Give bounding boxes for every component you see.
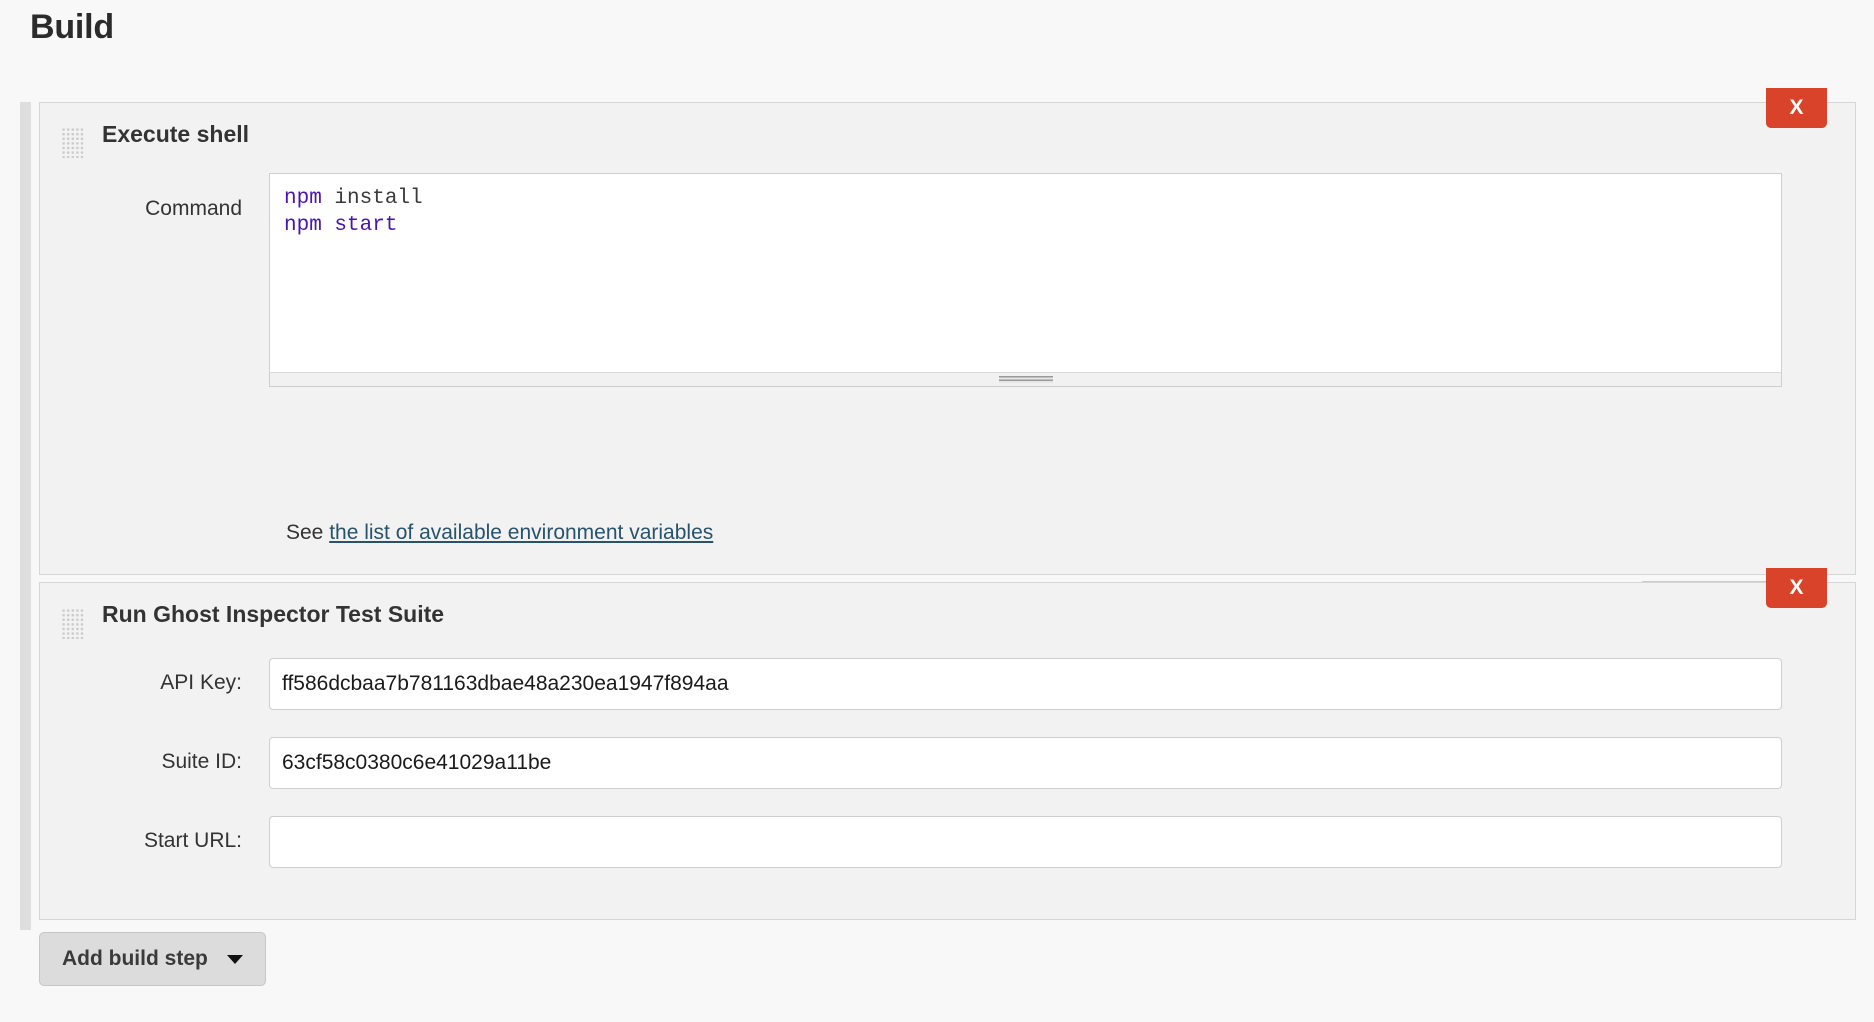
- code-token-command: npm: [284, 187, 322, 210]
- textarea-resize-strip[interactable]: [269, 372, 1782, 387]
- drag-handle-icon[interactable]: [62, 609, 84, 639]
- command-textarea-wrapper: npm install npm start: [269, 173, 1782, 387]
- command-label: Command: [145, 197, 242, 220]
- delete-build-step-button[interactable]: X: [1766, 88, 1827, 128]
- suite-id-input[interactable]: [269, 737, 1782, 789]
- start-url-label: Start URL:: [143, 829, 242, 852]
- start-url-input[interactable]: [269, 816, 1782, 868]
- code-token-arg: install: [321, 187, 423, 210]
- build-steps-panels: X Execute shell Command npm install npm …: [39, 88, 1856, 927]
- field-row-start-url: Start URL:: [40, 816, 1855, 868]
- build-step-title: Run Ghost Inspector Test Suite: [102, 601, 445, 627]
- build-step-title: Execute shell: [102, 121, 250, 147]
- resize-grip-icon[interactable]: [998, 376, 1053, 383]
- code-token-command: npm: [284, 214, 322, 237]
- build-step-execute-shell: X Execute shell Command npm install npm …: [39, 88, 1856, 634]
- api-key-input[interactable]: [269, 658, 1782, 710]
- add-build-step-label: Add build step: [62, 947, 208, 970]
- add-build-step-button[interactable]: Add build step: [39, 932, 266, 986]
- field-row-api-key: API Key:: [40, 658, 1855, 710]
- field-row-suite-id: Suite ID:: [40, 737, 1855, 789]
- page-title: Build: [30, 8, 114, 46]
- api-key-label: API Key:: [160, 671, 242, 694]
- command-textarea[interactable]: npm install npm start: [269, 173, 1782, 372]
- build-steps-left-rail: [20, 102, 31, 930]
- code-token-arg: start: [321, 214, 398, 237]
- environment-variables-link[interactable]: the list of available environment variab…: [329, 521, 713, 544]
- suite-id-label: Suite ID:: [161, 750, 242, 773]
- drag-handle-icon[interactable]: [62, 128, 84, 158]
- build-configuration-page: Build X Execute shell Command npm instal…: [0, 0, 1874, 1022]
- build-step-ghost-inspector: X Run Ghost Inspector Test Suite API Key…: [39, 568, 1856, 920]
- environment-variables-prefix: See: [286, 521, 330, 544]
- chevron-down-icon: [226, 954, 243, 964]
- delete-build-step-button[interactable]: X: [1766, 568, 1827, 608]
- environment-variables-note: See the list of available environment va…: [286, 521, 713, 545]
